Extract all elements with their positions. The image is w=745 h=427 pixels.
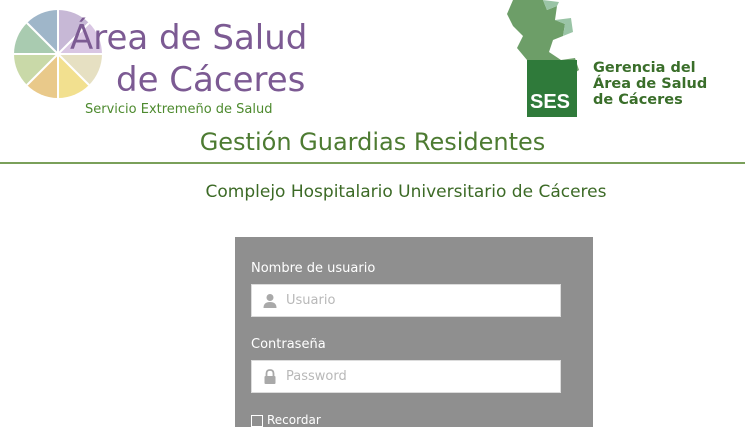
- gerencia-text: Gerencia del Área de Salud de Cáceres: [593, 60, 707, 108]
- remember-checkbox[interactable]: [251, 414, 263, 427]
- extremadura-map-icon: SES: [507, 0, 579, 117]
- gerencia-line2: Área de Salud: [593, 76, 708, 92]
- page-title: Gestión Guardias Residentes: [199, 128, 546, 156]
- gerencia-line3: de Cáceres: [593, 92, 683, 108]
- gerencia-line1: Gerencia del: [593, 60, 696, 76]
- password-field[interactable]: [251, 360, 561, 393]
- username-input[interactable]: [286, 285, 556, 316]
- remember-me[interactable]: Recordar: [251, 413, 321, 427]
- ses-gerencia-logo: SES Gerencia del Área de Salud de Cácere…: [505, 0, 745, 120]
- ses-badge-text: SES: [530, 91, 570, 113]
- area-salud-title-line2: de Cáceres: [116, 60, 306, 100]
- servicio-extremeno-text: Servicio Extremeño de Salud: [85, 102, 273, 117]
- area-salud-title-line1: Área de Salud: [70, 18, 308, 58]
- remember-label: Recordar: [267, 413, 321, 427]
- area-salud-logo: Área de Salud de Cáceres Servicio Extrem…: [10, 6, 310, 117]
- login-panel: Nombre de usuario Contraseña Recordar: [235, 237, 593, 427]
- user-icon: [263, 294, 277, 308]
- hospital-subtitle: Complejo Hospitalario Universitario de C…: [205, 182, 607, 202]
- header-divider: [0, 162, 745, 164]
- password-input[interactable]: [286, 361, 556, 392]
- lock-icon: [264, 369, 276, 384]
- username-label: Nombre de usuario: [251, 261, 376, 276]
- password-label: Contraseña: [251, 337, 326, 352]
- username-field[interactable]: [251, 284, 561, 317]
